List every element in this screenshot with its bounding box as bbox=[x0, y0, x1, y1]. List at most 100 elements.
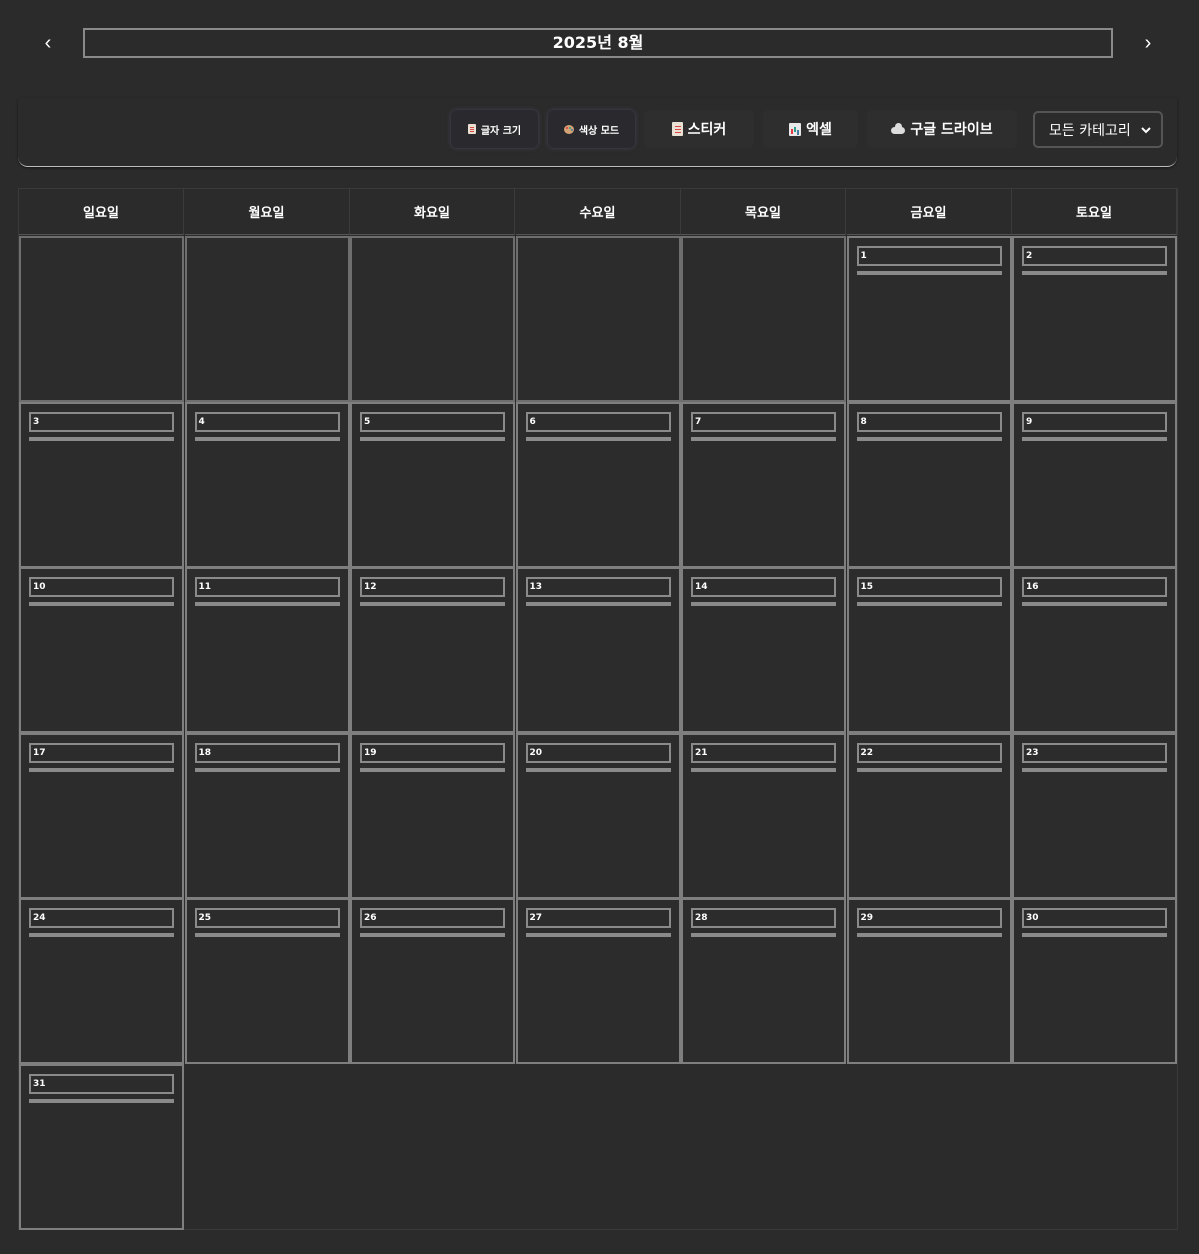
month-title: 2025년 8월 bbox=[83, 28, 1113, 58]
day-cell[interactable]: 1 bbox=[846, 236, 1012, 402]
sticker-button[interactable]: 스티커 bbox=[644, 110, 754, 148]
next-month-button[interactable]: › bbox=[1133, 28, 1163, 58]
day-divider bbox=[194, 933, 340, 937]
day-number: 28 bbox=[691, 908, 836, 928]
day-cell[interactable]: 11 bbox=[184, 567, 350, 733]
day-cell[interactable]: 6 bbox=[515, 401, 681, 568]
day-cell[interactable]: 26 bbox=[350, 898, 515, 1064]
day-cell[interactable]: 23 bbox=[1012, 732, 1177, 899]
day-cell[interactable]: 16 bbox=[1012, 567, 1177, 733]
day-number: 9 bbox=[1022, 411, 1167, 432]
day-cell[interactable]: 7 bbox=[681, 401, 846, 568]
sticker-label: 스티커 bbox=[687, 122, 727, 138]
day-divider bbox=[691, 933, 836, 937]
day-number: 15 bbox=[856, 577, 1002, 597]
day-cell[interactable]: 9 bbox=[1012, 401, 1177, 568]
day-number: 20 bbox=[525, 742, 671, 763]
day-cell[interactable]: 3 bbox=[19, 401, 184, 568]
font-size-button[interactable]: 글자 크기 bbox=[451, 110, 538, 148]
day-divider bbox=[1022, 271, 1167, 275]
color-mode-button[interactable]: 색상 모드 bbox=[548, 110, 635, 148]
day-divider bbox=[525, 933, 671, 937]
palette-icon bbox=[563, 124, 574, 134]
google-drive-label: 구글 드라이브 bbox=[910, 122, 993, 138]
day-cell[interactable]: 19 bbox=[350, 732, 515, 899]
day-divider bbox=[29, 436, 174, 441]
color-mode-label: 색상 모드 bbox=[578, 125, 620, 137]
day-cell[interactable]: 30 bbox=[1012, 898, 1177, 1064]
day-divider bbox=[194, 436, 340, 441]
weekday-header: 목요일 bbox=[681, 188, 846, 235]
cloud-icon bbox=[891, 123, 906, 134]
category-select[interactable]: 모든 카테고리 bbox=[1033, 111, 1163, 148]
font-size-label: 글자 크기 bbox=[480, 125, 522, 137]
day-divider bbox=[360, 933, 505, 937]
day-cell[interactable]: 14 bbox=[681, 567, 846, 733]
day-divider bbox=[29, 933, 174, 937]
day-divider bbox=[1022, 436, 1167, 441]
day-number: 6 bbox=[525, 411, 671, 432]
day-divider bbox=[1022, 602, 1167, 606]
day-cell[interactable]: 25 bbox=[184, 898, 350, 1064]
day-cell[interactable]: 13 bbox=[515, 567, 681, 733]
day-divider bbox=[29, 602, 174, 606]
day-cell[interactable]: 27 bbox=[515, 898, 681, 1064]
day-cell[interactable]: 29 bbox=[846, 898, 1012, 1064]
day-cell[interactable]: 2 bbox=[1012, 236, 1177, 402]
chevron-down-icon bbox=[1141, 126, 1151, 133]
day-divider bbox=[29, 1098, 174, 1103]
category-select-value: 모든 카테고리 bbox=[1049, 122, 1131, 139]
day-cell[interactable]: 12 bbox=[350, 567, 515, 733]
weekday-header: 수요일 bbox=[515, 188, 681, 235]
day-divider bbox=[691, 767, 836, 772]
empty-day-cell bbox=[184, 236, 350, 402]
day-number: 7 bbox=[691, 411, 836, 432]
day-cell[interactable]: 20 bbox=[515, 732, 681, 899]
day-divider bbox=[856, 767, 1002, 772]
day-cell[interactable]: 4 bbox=[184, 401, 350, 568]
day-cell[interactable]: 15 bbox=[846, 567, 1012, 733]
day-number: 13 bbox=[525, 577, 671, 597]
empty-day-cell bbox=[681, 236, 846, 402]
day-cell[interactable]: 31 bbox=[19, 1063, 184, 1230]
day-divider bbox=[856, 602, 1002, 606]
calendar-header: ‹ 2025년 8월 › bbox=[0, 0, 1199, 88]
day-cell[interactable]: 21 bbox=[681, 732, 846, 899]
empty-day-cell bbox=[350, 236, 515, 402]
day-cell[interactable]: 22 bbox=[846, 732, 1012, 899]
weekday-header: 월요일 bbox=[184, 188, 350, 235]
day-cell[interactable]: 17 bbox=[19, 732, 184, 899]
day-cell[interactable]: 28 bbox=[681, 898, 846, 1064]
memo-icon bbox=[671, 122, 683, 136]
day-number: 30 bbox=[1022, 908, 1167, 928]
day-number: 16 bbox=[1022, 577, 1167, 597]
day-divider bbox=[1022, 933, 1167, 937]
day-cell[interactable]: 24 bbox=[19, 898, 184, 1064]
day-number: 18 bbox=[194, 742, 340, 763]
day-number: 22 bbox=[856, 742, 1002, 763]
google-drive-button[interactable]: 구글 드라이브 bbox=[867, 110, 1017, 148]
day-cell[interactable]: 10 bbox=[19, 567, 184, 733]
day-cell[interactable]: 8 bbox=[846, 401, 1012, 568]
excel-button[interactable]: 엑셀 bbox=[763, 110, 858, 148]
day-number: 4 bbox=[194, 411, 340, 432]
day-number: 21 bbox=[691, 742, 836, 763]
prev-month-button[interactable]: ‹ bbox=[33, 28, 63, 58]
day-number: 26 bbox=[360, 908, 505, 928]
day-divider bbox=[194, 767, 340, 772]
day-cell[interactable]: 18 bbox=[184, 732, 350, 899]
day-cell[interactable]: 5 bbox=[350, 401, 515, 568]
empty-day-cell bbox=[515, 236, 681, 402]
day-number: 8 bbox=[856, 411, 1002, 432]
day-number: 31 bbox=[29, 1073, 174, 1094]
day-number: 23 bbox=[1022, 742, 1167, 763]
excel-label: 엑셀 bbox=[806, 122, 832, 138]
toolbar: 글자 크기 색상 모드 스티커 엑셀 구글 드라이브 모든 카테고리 bbox=[18, 98, 1177, 167]
day-number: 1 bbox=[856, 246, 1002, 266]
weekday-header: 토요일 bbox=[1012, 188, 1177, 235]
day-number: 12 bbox=[360, 577, 505, 597]
day-divider bbox=[856, 933, 1002, 937]
day-divider bbox=[525, 436, 671, 441]
day-divider bbox=[525, 602, 671, 606]
day-divider bbox=[360, 436, 505, 441]
